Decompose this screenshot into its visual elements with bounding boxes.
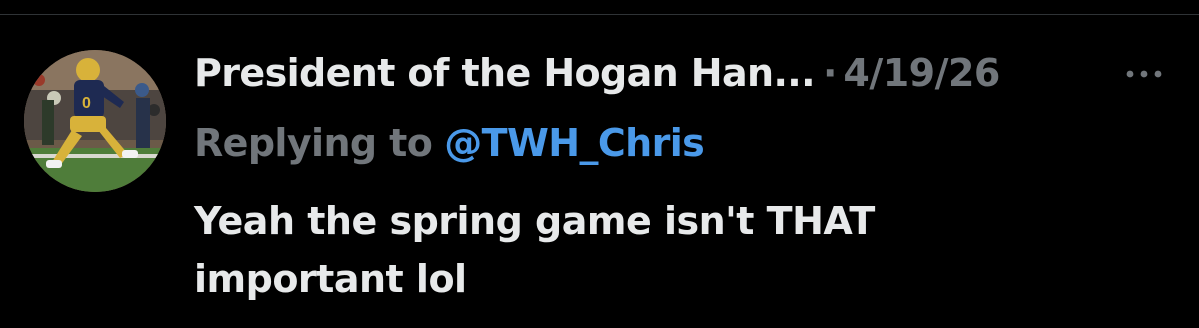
more-options-button[interactable]: [1118, 56, 1170, 92]
svg-text:0: 0: [82, 95, 91, 112]
reply-to-handle-link[interactable]: @TWH_Chris: [444, 121, 705, 165]
timestamp[interactable]: 4/19/26: [843, 51, 1000, 95]
tweet-header: President of the Hogan Han... · 4/19/26: [194, 48, 1000, 98]
more-horizontal-icon: [1126, 70, 1162, 78]
tweet-text: Yeah the spring game isn't THAT importan…: [194, 199, 875, 301]
replying-to-line: Replying to @TWH_Chris: [194, 118, 705, 168]
header-separator: ·: [822, 51, 838, 95]
display-name[interactable]: President of the Hogan Han...: [194, 51, 816, 95]
replying-to-label: Replying to: [194, 121, 433, 165]
avatar[interactable]: 0: [24, 50, 166, 192]
avatar-photo: 0: [24, 50, 166, 192]
top-divider: [0, 14, 1199, 15]
